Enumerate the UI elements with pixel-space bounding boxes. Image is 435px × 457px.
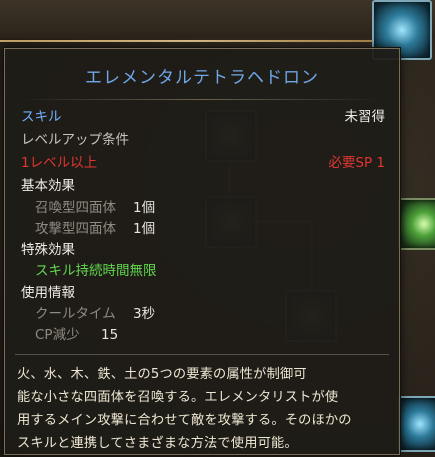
title-divider <box>19 99 385 100</box>
green-skill-icon[interactable] <box>398 198 435 250</box>
basic-effect-value: 1個 <box>133 221 156 237</box>
cooldown-value: 3秒 <box>133 306 156 322</box>
basic-effect-header: 基本効果 <box>21 178 75 194</box>
skill-title: エレメンタルテトラヘドロン <box>85 68 319 88</box>
skill-description: 火、水、木、鉄、土の5つの要素の属性が制御可 能な小さな四面体を召喚する。エレメ… <box>17 363 391 455</box>
basic-effect-name: 攻撃型四面体 <box>35 221 116 237</box>
skill-category: スキル <box>21 109 62 125</box>
basic-effect-value: 1個 <box>133 200 156 216</box>
description-line: スキルと連携してさまざまな方法で使用可能。 <box>17 436 298 451</box>
description-line: 火、水、木、鉄、土の5つの要素の属性が制御可 <box>17 367 307 382</box>
header-divider <box>0 40 380 42</box>
level-requirement-header: レベルアップ条件 <box>21 132 129 148</box>
basic-effect-name: 召喚型四面体 <box>35 200 116 216</box>
description-divider <box>15 354 389 355</box>
description-line: 能な小さな四面体を召喚する。エレメンタリストが使 <box>17 390 339 405</box>
special-effect-header: 特殊効果 <box>21 242 75 258</box>
level-requirement: 1レベル以上 <box>21 155 98 171</box>
special-effect: スキル持続時間無限 <box>35 263 157 279</box>
cp-cost-value: 15 <box>101 327 119 343</box>
usage-header: 使用情報 <box>21 285 75 301</box>
teal-skill-icon[interactable] <box>398 396 435 452</box>
sp-requirement: 必要SP 1 <box>328 155 385 171</box>
cp-cost-label: CP減少 <box>35 327 80 343</box>
skill-tooltip: エレメンタルテトラヘドロン スキル 未習得 レベルアップ条件 1レベル以上 必要… <box>4 48 400 455</box>
skill-tree-header-bar <box>0 0 435 38</box>
learn-status: 未習得 <box>344 109 386 125</box>
description-line: 用するメイン攻撃に合わせて敵を攻撃する。そのほかの <box>17 413 352 428</box>
cooldown-label: クールタイム <box>35 306 116 322</box>
